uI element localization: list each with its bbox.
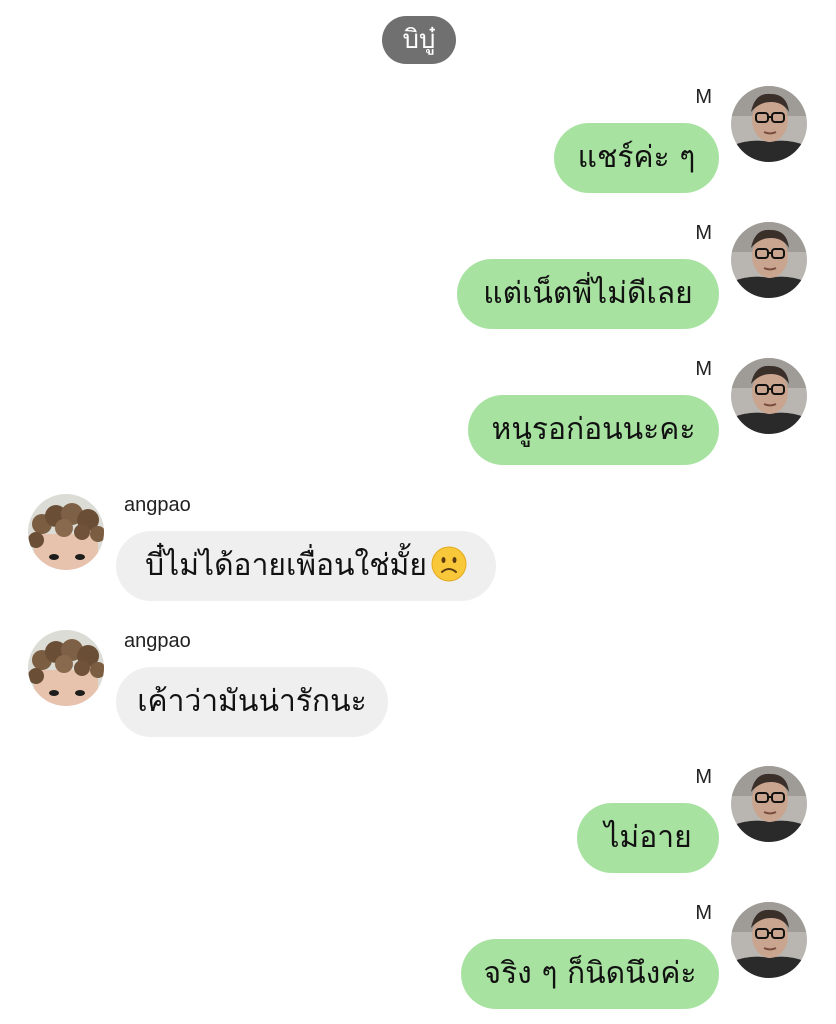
sender-name: angpao [124,494,191,516]
person-with-glasses-avatar-icon [731,86,807,162]
avatar[interactable] [731,766,807,842]
sender-name: M [695,358,712,380]
person-with-glasses-avatar-icon [731,358,807,434]
outgoing-message-bubble[interactable]: ไม่อาย [577,803,719,873]
avatar[interactable] [731,902,807,978]
sender-name: M [695,902,712,924]
person-with-glasses-avatar-icon [731,766,807,842]
curly-hair-avatar-icon [28,494,104,570]
avatar[interactable] [731,222,807,298]
avatar[interactable] [28,494,104,570]
outgoing-message-bubble[interactable]: จริง ๆ ก็นิดนึงค่ะ [461,939,719,1009]
person-with-glasses-avatar-icon [731,902,807,978]
message-text: บี๋ไม่ได้อายเพื่อนใช่มั้ย [145,548,427,583]
outgoing-message-bubble[interactable]: หนูรอก่อนนะคะ [468,395,719,465]
avatar[interactable] [731,358,807,434]
outgoing-message-bubble[interactable]: แชร์ค่ะ ๆ [554,123,719,193]
incoming-message-bubble[interactable]: เค้าว่ามันน่ารักนะ [116,667,388,737]
avatar[interactable] [731,86,807,162]
sender-name: angpao [124,630,191,652]
sender-name: M [695,766,712,788]
date-separator-pill[interactable]: บิบู๋ [382,16,456,64]
slightly-frowning-face-icon [431,546,467,581]
avatar[interactable] [28,630,104,706]
person-with-glasses-avatar-icon [731,222,807,298]
outgoing-message-bubble[interactable]: แต่เน็ตพี่ไม่ดีเลย [457,259,719,329]
sender-name: M [695,222,712,244]
incoming-message-bubble[interactable]: บี๋ไม่ได้อายเพื่อนใช่มั้ย [116,531,496,601]
chat-screen: บิบู๋ M แชร์ค่ะ ๆ M แต่เน็ตพี่ไม่ดีเลย M… [0,0,836,1024]
sender-name: M [695,86,712,108]
curly-hair-avatar-icon [28,630,104,706]
